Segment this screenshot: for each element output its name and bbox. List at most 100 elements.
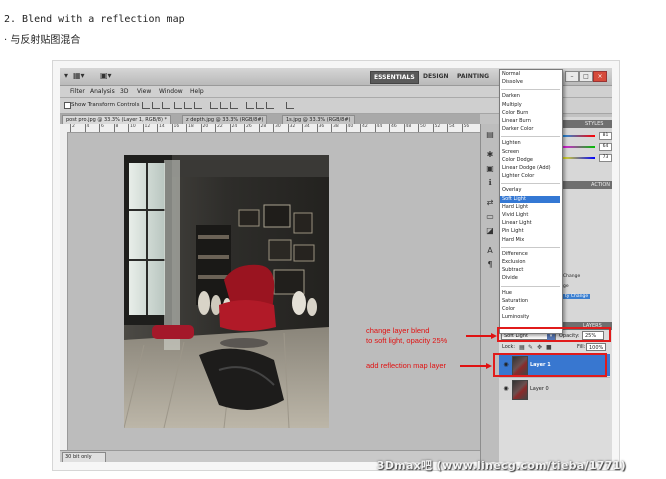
red-channel-slider[interactable] xyxy=(559,135,595,137)
minimize-button[interactable]: – xyxy=(565,71,579,82)
lock-transparent-icon[interactable]: ▦ xyxy=(519,345,525,351)
distribute-bottom-icon[interactable] xyxy=(230,102,238,109)
layer-row-layer-0[interactable]: ◉ Layer 0 xyxy=(499,377,610,400)
blend-mode-option[interactable]: Linear Light xyxy=(502,220,532,227)
styles-panel-header[interactable]: STYLES xyxy=(559,120,612,128)
maximize-button[interactable]: □ xyxy=(579,71,593,82)
masks-panel-icon[interactable]: ◪ xyxy=(485,226,495,235)
ruler-number: 6 xyxy=(101,124,104,129)
close-button[interactable]: × xyxy=(593,71,607,82)
menu-help[interactable]: Help xyxy=(190,87,204,96)
status-info-field[interactable]: 30 bit only xyxy=(62,452,106,462)
blend-mode-option[interactable]: Difference xyxy=(502,251,528,258)
blend-mode-option[interactable]: Soft Light xyxy=(500,195,560,203)
blend-mode-option[interactable]: Linear Dodge (Add) xyxy=(502,165,551,172)
blend-mode-option[interactable]: Color xyxy=(502,306,515,313)
blend-mode-option[interactable]: Luminosity xyxy=(502,314,529,321)
blend-mode-option[interactable]: Overlay xyxy=(502,187,521,194)
lock-all-icon[interactable]: ■ xyxy=(546,345,552,351)
ruler-tick xyxy=(84,124,86,132)
menu-view[interactable]: View xyxy=(137,87,151,96)
distribute-top-icon[interactable] xyxy=(210,102,218,109)
navigator-icon[interactable]: ▭ xyxy=(485,212,495,221)
align-left-icon[interactable] xyxy=(174,102,182,109)
action-panel-header[interactable]: ACTION xyxy=(559,181,612,189)
blend-mode-option[interactable]: Darken xyxy=(502,93,520,100)
eye-icon[interactable]: ◉ xyxy=(502,386,510,392)
ruler-tick xyxy=(360,124,361,132)
paragraph-panel-icon[interactable]: ¶ xyxy=(485,260,495,269)
interior-render-image xyxy=(124,155,329,428)
align-hcenter-icon[interactable] xyxy=(184,102,192,109)
blend-mode-option[interactable]: Pin Light xyxy=(502,228,524,235)
workspace-painting[interactable]: PAINTING xyxy=(457,71,489,82)
watermark-text: 3Dmax吧 (www.linecg.com/tieba/1771) xyxy=(376,459,626,472)
align-top-icon[interactable] xyxy=(142,102,150,109)
blend-mode-option[interactable]: Vivid Light xyxy=(502,212,528,219)
grid-view-icon[interactable]: ▦▾ xyxy=(73,71,85,81)
distribute-hcenter-icon[interactable] xyxy=(256,102,264,109)
distribute-right-icon[interactable] xyxy=(266,102,274,109)
workspace-design[interactable]: DESIGN xyxy=(423,71,449,82)
ruler-tick xyxy=(157,124,158,132)
blend-mode-option[interactable]: Multiply xyxy=(502,102,522,109)
history-item[interactable]: ge xyxy=(563,284,569,289)
layer-name[interactable]: Layer 0 xyxy=(530,385,549,393)
menu-filter[interactable]: Filter xyxy=(70,87,85,96)
character-panel-icon[interactable]: A xyxy=(485,246,495,255)
fill-field[interactable]: 100% xyxy=(586,343,606,351)
clone-source-icon[interactable]: ▣ xyxy=(485,164,495,173)
blend-highlight-box xyxy=(497,327,611,342)
menu-analysis[interactable]: Analysis xyxy=(90,87,115,96)
blue-value-field[interactable]: 73 xyxy=(599,154,612,162)
blend-mode-option[interactable]: Darker Color xyxy=(502,126,533,133)
distribute-left-icon[interactable] xyxy=(246,102,254,109)
green-value-field[interactable]: 64 xyxy=(599,143,612,151)
align-vcenter-icon[interactable] xyxy=(152,102,160,109)
blend-mode-option[interactable]: Hue xyxy=(502,290,512,297)
blend-mode-option[interactable]: Color Burn xyxy=(502,110,528,117)
distribute-vcenter-icon[interactable] xyxy=(220,102,228,109)
blend-mode-dropdown-list[interactable]: Normal Dissolve Darken Multiply Color Burn Li… xyxy=(499,69,563,334)
brush-panel-icon[interactable]: ✱ xyxy=(485,150,495,159)
blend-mode-option[interactable]: Lighten xyxy=(502,140,521,147)
blend-mode-option[interactable]: Lighter Color xyxy=(502,173,534,180)
arrange-dropdown-icon[interactable]: ▾ xyxy=(64,71,68,81)
workspace-essentials[interactable]: ESSENTIALS xyxy=(370,71,419,84)
lock-position-icon[interactable]: ✥ xyxy=(537,345,542,351)
ruler-number: 10 xyxy=(130,124,136,129)
history-panel-icon[interactable]: ▤ xyxy=(485,130,495,139)
history-item[interactable]: Change xyxy=(563,274,580,279)
blue-channel-slider[interactable] xyxy=(559,157,595,159)
annotation-arrow-head xyxy=(491,333,497,339)
ruler-number: 30 xyxy=(275,124,281,129)
blend-mode-option[interactable]: Hard Mix xyxy=(502,237,524,244)
blend-mode-option[interactable]: Hard Light xyxy=(502,204,528,211)
blend-mode-option[interactable]: Normal xyxy=(502,71,520,78)
menu-3d[interactable]: 3D xyxy=(120,87,128,96)
layer-comps-icon[interactable]: ⇄ xyxy=(485,198,495,207)
blend-mode-option[interactable]: Saturation xyxy=(502,298,528,305)
green-channel-slider[interactable] xyxy=(559,146,595,148)
align-bottom-icon[interactable] xyxy=(162,102,170,109)
align-right-icon[interactable] xyxy=(194,102,202,109)
blend-mode-option[interactable]: Exclusion xyxy=(502,259,526,266)
menu-window[interactable]: Window xyxy=(159,87,183,96)
blend-mode-option[interactable]: Subtract xyxy=(502,267,523,274)
ruler-tick xyxy=(113,124,115,132)
blend-mode-option[interactable]: Color Dodge xyxy=(502,157,533,164)
history-item-selected[interactable]: ty Change xyxy=(563,294,591,299)
ruler-tick xyxy=(229,124,231,132)
ruler-tick xyxy=(374,124,376,132)
info-panel-icon[interactable]: ℹ xyxy=(485,178,495,187)
lock-image-icon[interactable]: ✎ xyxy=(528,345,533,351)
screen-mode-icon[interactable]: ▣▾ xyxy=(100,71,112,81)
auto-align-icon[interactable] xyxy=(286,102,294,109)
blend-mode-option[interactable]: Screen xyxy=(502,149,519,156)
show-transform-checkbox[interactable] xyxy=(64,102,71,109)
red-value-field[interactable]: 81 xyxy=(599,132,612,140)
ruler-number: 24 xyxy=(231,124,238,129)
blend-mode-option[interactable]: Divide xyxy=(502,275,518,282)
blend-mode-option[interactable]: Linear Burn xyxy=(502,118,531,125)
blend-mode-option[interactable]: Dissolve xyxy=(502,79,523,86)
